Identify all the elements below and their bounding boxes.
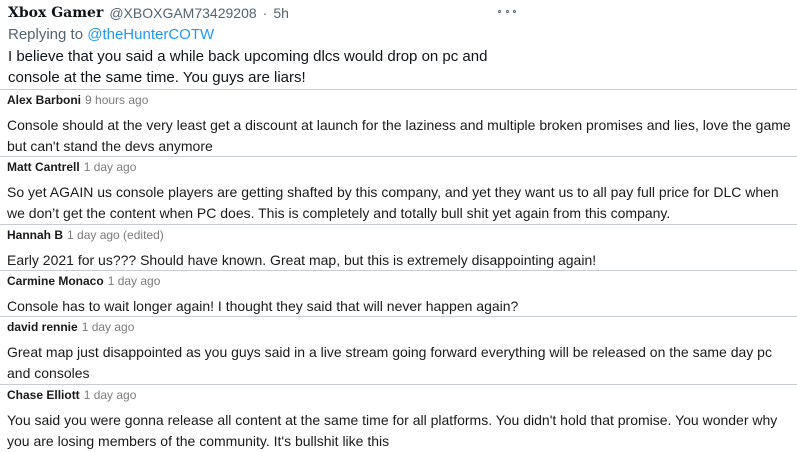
- comment-header: Carmine Monaco 1 day ago: [7, 274, 160, 292]
- comment-item: Carmine Monaco 1 day ago Console has to …: [0, 270, 797, 316]
- comment-item: Chase Elliott 1 day ago You said you wer…: [0, 384, 797, 449]
- comment-author[interactable]: Chase Elliott: [7, 388, 80, 402]
- comment-header: david rennie 1 day ago: [7, 320, 134, 338]
- comment-timestamp[interactable]: 1 day ago: [84, 160, 137, 174]
- comment-timestamp[interactable]: 1 day ago (edited): [67, 228, 164, 242]
- tweet-card: Xbox Gamer @XBOXGAM73429208 · 5h Replyin…: [0, 0, 797, 90]
- replying-to-line: Replying to @theHunterCOTW: [8, 26, 214, 43]
- comment-author[interactable]: Hannah B: [7, 228, 63, 242]
- comment-text: So yet AGAIN us console players are gett…: [7, 184, 779, 221]
- tweet-handle[interactable]: @XBOXGAM73429208: [109, 5, 256, 21]
- comment-author[interactable]: Alex Barboni: [7, 93, 81, 107]
- comment-text: Console has to wait longer again! I thou…: [7, 298, 519, 314]
- comment-timestamp[interactable]: 1 day ago: [108, 274, 161, 288]
- comment-item: Hannah B 1 day ago (edited) Early 2021 f…: [0, 224, 797, 270]
- comment-header: Alex Barboni 9 hours ago: [7, 93, 148, 111]
- replying-to-link[interactable]: @theHunterCOTW: [87, 26, 214, 43]
- comment-item: Matt Cantrell 1 day ago So yet AGAIN us …: [0, 156, 797, 224]
- comment-text: You said you were gonna release all cont…: [7, 412, 778, 449]
- tweet-text: I believe that you said a while back upc…: [8, 48, 488, 86]
- tweet-timestamp[interactable]: 5h: [273, 5, 289, 21]
- comment-timestamp[interactable]: 1 day ago: [82, 320, 135, 334]
- comment-author[interactable]: Carmine Monaco: [7, 274, 104, 288]
- comment-timestamp[interactable]: 1 day ago: [84, 388, 137, 402]
- comment-text: Great map just disappointed as you guys …: [7, 344, 772, 381]
- comment-item: david rennie 1 day ago Great map just di…: [0, 316, 797, 384]
- replying-prefix: Replying to: [8, 26, 88, 43]
- comment-header: Chase Elliott 1 day ago: [7, 388, 136, 406]
- comment-author[interactable]: david rennie: [7, 320, 78, 334]
- comment-text: Early 2021 for us??? Should have known. …: [7, 252, 597, 268]
- comment-author[interactable]: Matt Cantrell: [7, 160, 80, 174]
- more-options-icon[interactable]: [498, 6, 516, 16]
- comment-text: Console should at the very least get a d…: [7, 117, 791, 154]
- tweet-display-name[interactable]: Xbox Gamer: [8, 5, 103, 21]
- comment-item: Alex Barboni 9 hours ago Console should …: [0, 89, 797, 156]
- tweet-separator: ·: [262, 5, 268, 21]
- comment-timestamp[interactable]: 9 hours ago: [85, 93, 148, 107]
- tweet-header: Xbox Gamer @XBOXGAM73429208 · 5h: [8, 4, 289, 22]
- comment-header: Matt Cantrell 1 day ago: [7, 160, 136, 178]
- comment-header: Hannah B 1 day ago (edited): [7, 228, 164, 246]
